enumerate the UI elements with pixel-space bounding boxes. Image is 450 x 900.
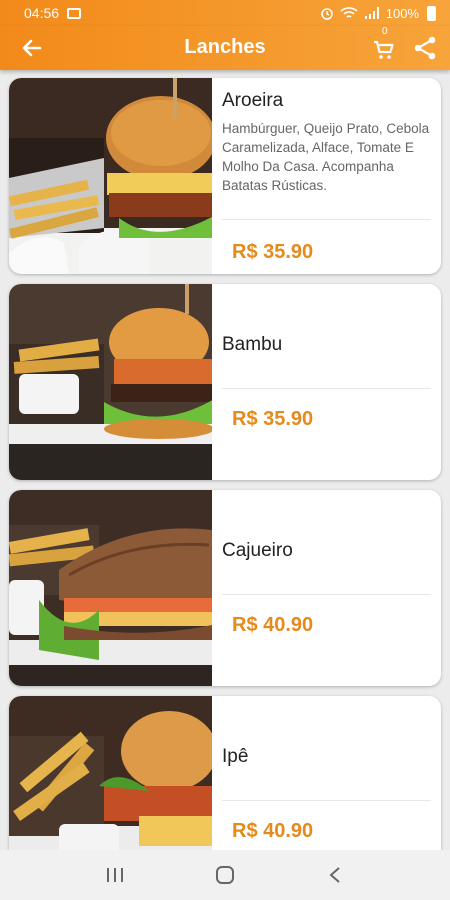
wifi-icon bbox=[340, 7, 358, 18]
system-back-button[interactable] bbox=[315, 860, 355, 890]
product-photo bbox=[9, 284, 212, 480]
product-name: Cajueiro bbox=[222, 540, 293, 561]
divider bbox=[222, 800, 431, 801]
alarm-icon bbox=[320, 8, 333, 20]
product-photo bbox=[9, 78, 212, 274]
product-card[interactable]: Aroeira Hambúrguer, Queijo Prato, Cebola… bbox=[9, 78, 441, 274]
signal-icon bbox=[364, 7, 379, 19]
product-price: R$ 40.90 bbox=[232, 820, 314, 842]
battery-icon bbox=[427, 5, 436, 21]
product-photo bbox=[9, 696, 212, 850]
cart-icon[interactable] bbox=[372, 38, 396, 62]
product-card[interactable]: Ipê R$ 40.90 bbox=[9, 696, 441, 850]
recent-apps-icon bbox=[107, 868, 123, 882]
product-photo bbox=[9, 490, 212, 686]
back-arrow-icon[interactable] bbox=[18, 34, 46, 62]
product-list[interactable]: Aroeira Hambúrguer, Queijo Prato, Cebola… bbox=[0, 70, 450, 850]
home-icon bbox=[216, 866, 234, 884]
product-name: Aroeira bbox=[222, 90, 284, 111]
product-name: Ipê bbox=[222, 746, 249, 767]
status-bar: 04:56 100% bbox=[0, 0, 450, 26]
home-button[interactable] bbox=[205, 860, 245, 890]
product-name: Bambu bbox=[222, 334, 283, 355]
product-description: Hambúrguer, Queijo Prato, Cebola Caramel… bbox=[222, 121, 430, 193]
product-price: R$ 35.90 bbox=[232, 408, 314, 430]
share-icon[interactable] bbox=[412, 35, 438, 61]
product-card[interactable]: Cajueiro R$ 40.90 bbox=[9, 490, 441, 686]
divider bbox=[222, 219, 431, 220]
status-time: 04:56 bbox=[24, 5, 60, 21]
divider bbox=[222, 594, 431, 595]
system-nav-bar bbox=[0, 850, 450, 900]
status-right: 100% bbox=[320, 5, 436, 21]
recent-apps-button[interactable] bbox=[95, 860, 135, 890]
product-price: R$ 35.90 bbox=[232, 241, 314, 263]
app-bar: Lanches 0 bbox=[0, 26, 450, 70]
product-card[interactable]: Bambu R$ 35.90 bbox=[9, 284, 441, 480]
gallery-icon bbox=[67, 7, 82, 19]
back-icon bbox=[329, 867, 340, 883]
cart-count-badge: 0 bbox=[382, 26, 388, 37]
product-price: R$ 40.90 bbox=[232, 614, 314, 636]
battery-percent: 100% bbox=[385, 5, 419, 21]
divider bbox=[222, 388, 431, 389]
